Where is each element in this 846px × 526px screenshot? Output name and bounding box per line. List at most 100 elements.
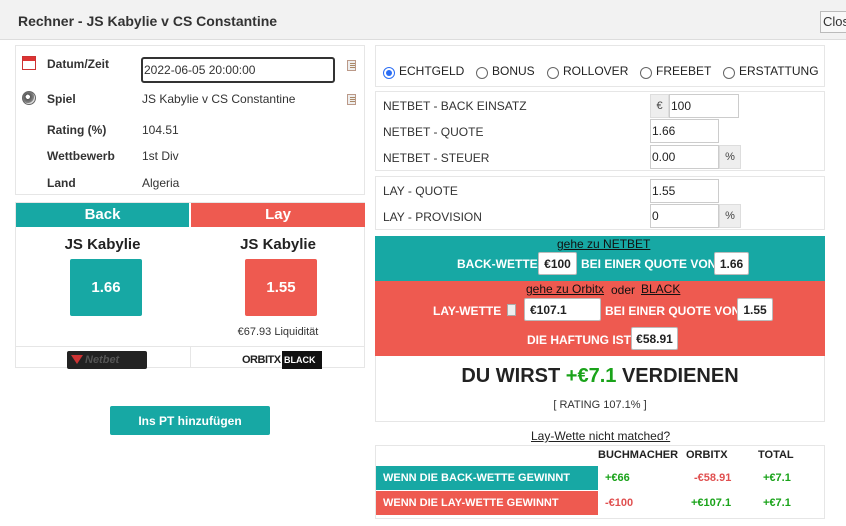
tax-label: NETBET - STEUER	[383, 151, 490, 165]
country-label: Land	[47, 176, 76, 190]
back-odds-box: 1.66	[714, 252, 749, 275]
game-value: JS Kabylie v CS Constantine	[142, 92, 296, 106]
lay-bet-label: LAY-WETTE	[433, 304, 502, 318]
back-odds-button[interactable]: 1.66	[70, 259, 142, 316]
table-row-back-wins: WENN DIE BACK-WETTE GEWINNT +€66 -€58.91…	[376, 466, 826, 490]
date-label: Datum/Zeit	[47, 57, 110, 71]
back-stake-input[interactable]: 100	[669, 94, 739, 118]
back-bet-label: BACK-WETTE	[457, 257, 538, 271]
info-row-country: Land Algeria	[16, 171, 364, 195]
col-header-total: TOTAL	[758, 449, 794, 461]
window-title: Rechner - JS Kabylie v CS Constantine	[18, 13, 278, 29]
radio-dot[interactable]	[476, 67, 488, 79]
clipboard-icon[interactable]	[507, 304, 516, 316]
back-form: NETBET - BACK EINSATZ € 100 NETBET - QUO…	[375, 91, 825, 171]
earnings-panel: DU WIRST +€7.1 VERDIENEN [ RATING 107.1%…	[375, 356, 825, 422]
outcome-table: BUCHMACHER ORBITX TOTAL WENN DIE BACK-WE…	[375, 445, 825, 519]
lay-header: Lay	[191, 203, 365, 227]
lay-odds-button[interactable]: 1.55	[245, 259, 317, 316]
row-label-lay-wins: WENN DIE LAY-WETTE GEWINNT	[376, 491, 598, 515]
col-header-orbitx: ORBITX	[686, 449, 728, 461]
currency-addon: €	[650, 94, 669, 118]
radio-label: ERSTATTUNG	[739, 64, 819, 78]
back-odds-row: NETBET - QUOTE 1.66	[376, 119, 824, 145]
back-stake-label: NETBET - BACK EINSATZ	[383, 99, 527, 113]
radio-label: ROLLOVER	[563, 64, 629, 78]
earnings-suffix: VERDIENEN	[621, 365, 739, 387]
tax-percent-addon: %	[719, 145, 741, 169]
add-to-pt-button[interactable]: Ins PT hinzufügen	[110, 406, 270, 435]
radio-dot[interactable]	[723, 67, 735, 79]
info-row-date: Datum/Zeit 2022-06-05 20:00:00	[16, 52, 364, 83]
info-row-rating: Rating (%) 104.51	[16, 118, 364, 142]
row-label-back-wins: WENN DIE BACK-WETTE GEWINNT	[376, 466, 598, 490]
goto-black-link[interactable]: BLACK	[641, 282, 680, 296]
info-row-game: Spiel JS Kabylie v CS Constantine	[16, 87, 364, 111]
liability-box: €58.91	[631, 327, 678, 350]
earnings-rating: [ RATING 107.1% ]	[553, 399, 647, 411]
commission-label: LAY - PROVISION	[383, 210, 482, 224]
back-odds-label: NETBET - QUOTE	[383, 125, 484, 139]
competition-value: 1st Div	[142, 149, 179, 163]
table-row-lay-wins: WENN DIE LAY-WETTE GEWINNT -€100 +€107.1…	[376, 491, 826, 515]
competition-label: Wettbewerb	[47, 149, 115, 163]
goto-netbet-link[interactable]: gehe zu NETBET	[557, 237, 650, 251]
bet-type-radios: ECHTGELD BONUS ROLLOVER FREEBET ERSTATTU…	[375, 45, 825, 87]
lay-odds-row: LAY - QUOTE 1.55	[376, 178, 824, 204]
back-instruction-panel: gehe zu NETBET BACK-WETTE €100 BEI EINER…	[375, 236, 825, 281]
rating-label: Rating (%)	[47, 123, 107, 137]
info-row-competition: Wettbewerb 1st Div	[16, 144, 364, 168]
goto-orbitx-link[interactable]: gehe zu Orbitx	[526, 282, 604, 296]
orbitx-logo-text: ORBITX	[242, 354, 281, 366]
copy-date-icon[interactable]	[347, 60, 356, 71]
radio-dot[interactable]	[640, 67, 652, 79]
cell-total: +€7.1	[763, 472, 791, 484]
lay-instruction-panel: gehe zu Orbitx oder BLACK LAY-WETTE €107…	[375, 281, 825, 356]
lay-odds-input[interactable]: 1.55	[650, 179, 719, 203]
commission-row: LAY - PROVISION 0 %	[376, 204, 824, 230]
back-at-odds-label: BEI EINER QUOTE VON	[581, 257, 717, 271]
back-lay-cards: Back Lay JS Kabylie JS Kabylie 1.66 1.55…	[15, 202, 365, 369]
lay-odds-box: 1.55	[737, 298, 773, 321]
close-button[interactable]: Close	[820, 11, 846, 33]
radio-dot-selected[interactable]	[383, 67, 395, 79]
commission-input[interactable]: 0	[650, 204, 719, 228]
lay-at-odds-label: BEI EINER QUOTE VON	[605, 304, 741, 318]
liability-label: DIE HAFTUNG IST	[527, 333, 631, 347]
lay-team: JS Kabylie	[240, 236, 316, 253]
back-team: JS Kabylie	[64, 236, 141, 253]
match-info-panel: Datum/Zeit 2022-06-05 20:00:00 Spiel JS …	[15, 45, 365, 195]
tax-input[interactable]: 0.00	[650, 145, 719, 169]
back-odds-input[interactable]: 1.66	[650, 119, 719, 143]
radio-dot[interactable]	[547, 67, 559, 79]
date-input[interactable]: 2022-06-05 20:00:00	[141, 57, 335, 83]
title-bar: Rechner - JS Kabylie v CS Constantine Cl…	[0, 0, 846, 40]
back-amount-box: €100	[538, 252, 577, 275]
tax-row: NETBET - STEUER 0.00 %	[376, 145, 824, 171]
cell-orbitx: +€107.1	[691, 497, 732, 509]
earnings-headline: DU WIRST +€7.1 VERDIENEN	[376, 365, 824, 388]
col-header-bookmaker: BUCHMACHER	[598, 449, 679, 461]
radio-label: BONUS	[492, 64, 535, 78]
cell-total: +€7.1	[763, 497, 791, 509]
radio-label: FREEBET	[656, 64, 712, 78]
lay-form: LAY - QUOTE 1.55 LAY - PROVISION 0 %	[375, 176, 825, 230]
cell-bookmaker: +€66	[605, 472, 630, 484]
black-logo-text: BLACK	[282, 351, 322, 369]
earnings-amount: +€7.1	[565, 365, 617, 387]
game-label: Spiel	[47, 92, 76, 106]
back-stake-row: NETBET - BACK EINSATZ € 100	[376, 93, 824, 119]
earnings-prefix: DU WIRST	[461, 365, 561, 387]
netbet-logo[interactable]: Netbet	[67, 351, 147, 369]
lay-odds-label: LAY - QUOTE	[383, 184, 458, 198]
commission-percent-addon: %	[719, 204, 741, 228]
country-value: Algeria	[142, 176, 180, 190]
calendar-icon	[22, 56, 36, 70]
cell-bookmaker: -€100	[605, 497, 634, 509]
back-header: Back	[16, 203, 189, 227]
rating-value: 104.51	[142, 123, 179, 137]
lay-amount-box[interactable]: €107.1	[524, 298, 601, 321]
lay-not-matched-link[interactable]: Lay-Wette nicht matched?	[531, 429, 670, 443]
orbitx-black-logo[interactable]: ORBITX BLACK	[242, 351, 322, 369]
copy-game-icon[interactable]	[347, 94, 356, 105]
